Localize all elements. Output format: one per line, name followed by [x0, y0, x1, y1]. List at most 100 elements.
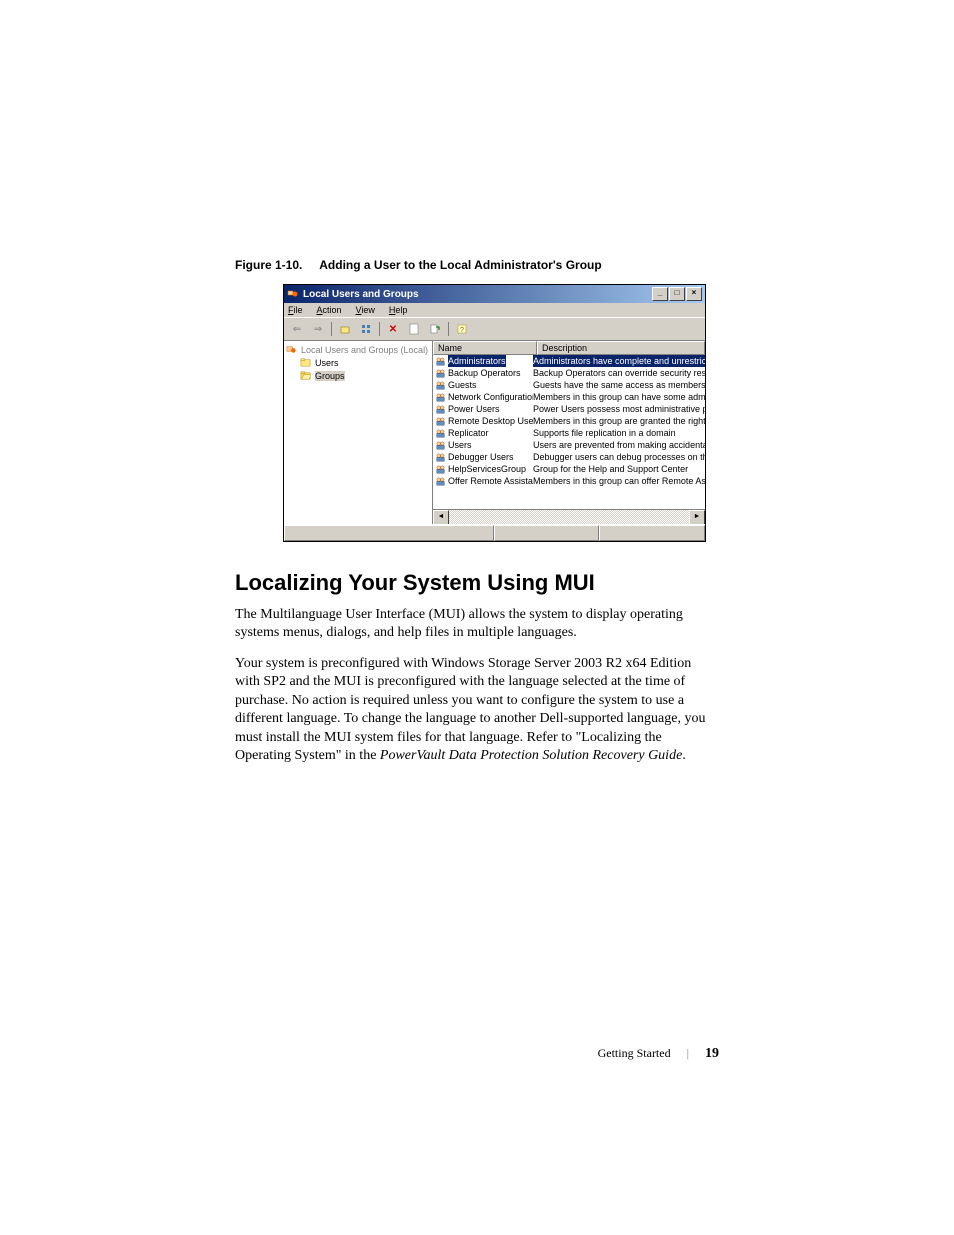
up-button[interactable] — [336, 320, 354, 338]
window-title: Local Users and Groups — [303, 289, 652, 300]
cell-description: Administrators have complete and unrestr… — [533, 355, 705, 367]
cell-name: Administrators — [433, 355, 533, 367]
cell-name: Users — [433, 439, 533, 451]
tree-root[interactable]: Local Users and Groups (Local) — [286, 343, 430, 356]
status-panel — [599, 525, 705, 541]
titlebar[interactable]: Local Users and Groups _ □ × — [284, 285, 705, 303]
menu-help[interactable]: Help — [389, 305, 408, 315]
horizontal-scrollbar[interactable]: ◄ ► — [433, 509, 705, 524]
group-name-label: HelpServicesGroup — [448, 463, 526, 475]
list-row[interactable]: Remote Desktop UsersMembers in this grou… — [433, 415, 705, 427]
export-button[interactable] — [426, 320, 444, 338]
help-button[interactable]: ? — [453, 320, 471, 338]
group-icon — [435, 452, 446, 463]
app-icon — [287, 288, 299, 300]
cell-name: Backup Operators — [433, 367, 533, 379]
tree-users-label: Users — [315, 358, 339, 368]
list-pane: Name Description AdministratorsAdministr… — [433, 341, 705, 524]
scroll-right-button[interactable]: ► — [689, 510, 705, 524]
group-icon — [435, 428, 446, 439]
group-name-label: Remote Desktop Users — [448, 415, 533, 427]
para2-doc-title: PowerVault Data Protection Solution Reco… — [380, 748, 682, 763]
figure-title: Adding a User to the Local Administrator… — [319, 258, 601, 272]
svg-text:?: ? — [460, 327, 464, 334]
list-row[interactable]: GuestsGuests have the same access as mem… — [433, 379, 705, 391]
status-panel — [284, 525, 494, 541]
list-row[interactable]: Debugger UsersDebugger users can debug p… — [433, 451, 705, 463]
group-name-label: Administrators — [448, 355, 506, 367]
group-name-label: Replicator — [448, 427, 489, 439]
group-icon — [435, 380, 446, 391]
group-name-label: Guests — [448, 379, 477, 391]
page-footer: Getting Started | 19 — [235, 1046, 719, 1062]
footer-separator: | — [687, 1046, 689, 1061]
group-icon — [435, 440, 446, 451]
group-icon — [435, 356, 446, 367]
scroll-track[interactable] — [449, 510, 689, 524]
list-row[interactable]: ReplicatorSupports file replication in a… — [433, 427, 705, 439]
list-header: Name Description — [433, 341, 705, 355]
tree-pane[interactable]: Local Users and Groups (Local) Users Gro… — [284, 341, 433, 524]
scroll-left-button[interactable]: ◄ — [433, 510, 449, 524]
menubar: File Action View Help — [284, 303, 705, 317]
cell-name: Guests — [433, 379, 533, 391]
footer-page-number: 19 — [705, 1046, 719, 1062]
maximize-button[interactable]: □ — [669, 287, 685, 301]
list-row[interactable]: Offer Remote Assistanc...Members in this… — [433, 475, 705, 487]
column-description[interactable]: Description — [537, 341, 705, 355]
list-row[interactable]: Administrators Administrators have comple… — [433, 355, 705, 367]
paragraph-2: Your system is preconfigured with Window… — [235, 655, 719, 766]
figure-number: Figure 1-10. — [235, 258, 302, 272]
menu-action[interactable]: Action — [317, 305, 342, 315]
forward-button[interactable]: ⇒ — [309, 320, 327, 338]
cell-description: Members in this group are granted the ri… — [533, 415, 705, 427]
cell-name: Power Users — [433, 403, 533, 415]
folder-open-icon — [300, 370, 312, 381]
cell-name: Network Configuration ... — [433, 391, 533, 403]
statusbar — [284, 524, 705, 541]
paragraph-1: The Multilanguage User Interface (MUI) a… — [235, 606, 719, 643]
list-row[interactable]: Network Configuration ...Members in this… — [433, 391, 705, 403]
cell-description: Group for the Help and Support Center — [533, 463, 705, 475]
cell-name: Debugger Users — [433, 451, 533, 463]
group-icon — [435, 416, 446, 427]
cell-description: Members in this group can offer Remote A… — [533, 475, 705, 487]
toolbar-sep — [331, 322, 332, 336]
cell-description: Backup Operators can override security r… — [533, 367, 705, 379]
group-name-label: Backup Operators — [448, 367, 521, 379]
folder-icon — [300, 357, 312, 368]
list-row[interactable]: Power UsersPower Users possess most admi… — [433, 403, 705, 415]
footer-section: Getting Started — [598, 1046, 671, 1061]
minimize-button[interactable]: _ — [652, 287, 668, 301]
tree-root-label: Local Users and Groups (Local) — [301, 345, 428, 355]
cell-description: Members in this group can have some admi… — [533, 391, 705, 403]
properties-button[interactable] — [357, 320, 375, 338]
tree-item-groups[interactable]: Groups — [300, 369, 430, 382]
toolbar: ⇐ ⇒ ✕ ? — [284, 317, 705, 340]
group-name-label: Debugger Users — [448, 451, 514, 463]
para2-text-b: . — [682, 748, 686, 763]
toolbar-sep — [448, 322, 449, 336]
list-row[interactable]: Users Users are prevented from making acc… — [433, 439, 705, 451]
delete-button[interactable]: ✕ — [384, 320, 402, 338]
tree-item-users[interactable]: Users — [300, 356, 430, 369]
menu-file[interactable]: File — [288, 305, 303, 315]
refresh-button[interactable] — [405, 320, 423, 338]
cell-description: Users are prevented from making accident… — [533, 439, 705, 451]
group-name-label: Offer Remote Assistanc... — [448, 475, 533, 487]
back-button[interactable]: ⇐ — [288, 320, 306, 338]
close-button[interactable]: × — [686, 287, 702, 301]
figure-caption: Figure 1-10. Adding a User to the Local … — [235, 258, 719, 272]
column-name[interactable]: Name — [433, 341, 537, 355]
group-name-label: Users — [448, 439, 472, 451]
menu-view[interactable]: View — [356, 305, 375, 315]
list-row[interactable]: Backup Operators Backup Operators can ove… — [433, 367, 705, 379]
cell-name: HelpServicesGroup — [433, 463, 533, 475]
section-heading: Localizing Your System Using MUI — [235, 570, 719, 596]
group-icon — [435, 368, 446, 379]
group-icon — [435, 476, 446, 487]
list-row[interactable]: HelpServicesGroup Group for the Help and … — [433, 463, 705, 475]
group-name-label: Power Users — [448, 403, 500, 415]
client-area: Local Users and Groups (Local) Users Gro… — [284, 340, 705, 524]
list-body[interactable]: Administrators Administrators have comple… — [433, 355, 705, 509]
